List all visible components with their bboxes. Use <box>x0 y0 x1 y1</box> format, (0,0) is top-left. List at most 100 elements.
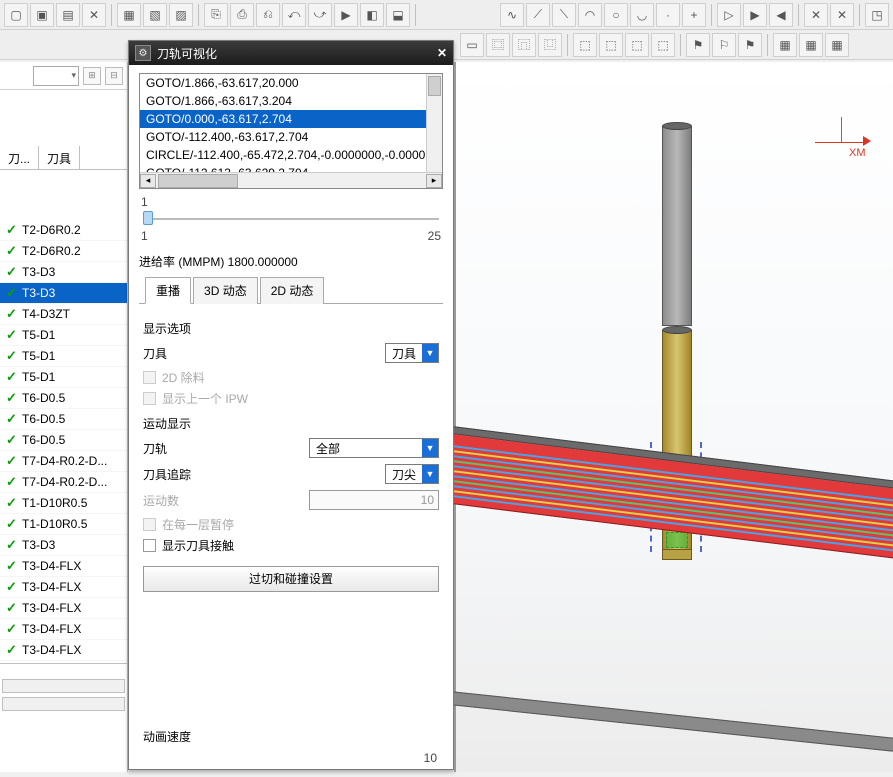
tool-list-item[interactable]: ✓T3-D3 <box>0 283 127 304</box>
tb-icon[interactable]: ○ <box>604 3 628 27</box>
tb-icon[interactable]: ⟍ <box>552 3 576 27</box>
combo-toolpath[interactable]: 全部 ▼ <box>309 438 439 458</box>
tab-tool[interactable]: 刀具 <box>39 146 80 169</box>
tool-list-item[interactable]: ✓T4-D3ZT <box>0 304 127 325</box>
tb-icon[interactable]: ⬚ <box>573 33 597 57</box>
tool-list-item[interactable]: ✓T1-D10R0.5 <box>0 514 127 535</box>
gcode-line[interactable]: GOTO/1.866,-63.617,3.204 <box>140 92 426 110</box>
tb-icon[interactable]: ▨ <box>169 3 193 27</box>
tb-icon[interactable]: ⚑ <box>738 33 762 57</box>
scroll-right-icon[interactable]: ▸ <box>426 174 442 188</box>
tb-icon[interactable]: ⚐ <box>712 33 736 57</box>
tool-list-item[interactable]: ✓T5-D1 <box>0 325 127 346</box>
tb-icon[interactable]: ⬚ <box>625 33 649 57</box>
dialog-titlebar[interactable]: ⚙ 刀轨可视化 ✕ <box>129 41 453 65</box>
tb-icon[interactable]: ◠ <box>578 3 602 27</box>
tool-list-item[interactable]: ✓T3-D4-FLX <box>0 577 127 598</box>
tb-icon[interactable]: ◳ <box>865 3 889 27</box>
combo-tool-trace[interactable]: 刀尖 ▼ <box>385 464 439 484</box>
tb-icon[interactable]: ▭ <box>460 33 484 57</box>
check-icon: ✓ <box>6 264 16 280</box>
tool-list-item[interactable]: ✓T7-D4-R0.2-D... <box>0 472 127 493</box>
tb-icon[interactable]: ⎘ <box>204 3 228 27</box>
tb-icon[interactable]: ▧ <box>143 3 167 27</box>
gcode-listbox[interactable]: GOTO/1.866,-63.617,20.000GOTO/1.866,-63.… <box>139 73 443 189</box>
tb-icon[interactable]: ⎌ <box>256 3 280 27</box>
tab-3d-dynamic[interactable]: 3D 动态 <box>193 277 258 304</box>
gcode-line[interactable]: GOTO/-112.400,-63.617,2.704 <box>140 128 426 146</box>
tb-icon[interactable]: ▦ <box>799 33 823 57</box>
chevron-down-icon[interactable]: ▼ <box>422 439 438 457</box>
tb-icon[interactable]: ⿶ <box>538 33 562 57</box>
tb-icon[interactable]: ▶ <box>334 3 358 27</box>
tb-icon[interactable]: ✕ <box>804 3 828 27</box>
tb-icon[interactable]: ▦ <box>773 33 797 57</box>
chevron-down-icon[interactable]: ▼ <box>422 465 438 483</box>
tb-icon[interactable]: ✕ <box>82 3 106 27</box>
combo-tool[interactable]: 刀具 ▼ <box>385 343 439 363</box>
scroll-left-icon[interactable]: ◂ <box>140 174 156 188</box>
tab-replay[interactable]: 重播 <box>145 277 191 304</box>
listbox-hscroll[interactable]: ◂ ▸ <box>140 172 442 188</box>
tb-icon[interactable]: ◡ <box>630 3 654 27</box>
gcode-line[interactable]: CIRCLE/-112.400,-65.472,2.704,-0.0000000… <box>140 146 426 164</box>
tb-icon[interactable]: ⤻ <box>308 3 332 27</box>
close-icon[interactable]: ✕ <box>437 46 447 60</box>
gear-icon[interactable]: ⚙ <box>135 45 151 61</box>
check-icon: ✓ <box>6 327 16 343</box>
tb-icon[interactable]: ⚑ <box>686 33 710 57</box>
tb-icon[interactable]: ▣ <box>30 3 54 27</box>
tool-list-item[interactable]: ✓T6-D0.5 <box>0 430 127 451</box>
tb-icon[interactable]: ◀ <box>769 3 793 27</box>
tool-list-item[interactable]: ✓T3-D3 <box>0 262 127 283</box>
tool-list-item[interactable]: ✓T1-D10R0.5 <box>0 493 127 514</box>
tb-icon[interactable]: ▷ <box>717 3 741 27</box>
checkbox-show-tool-contact[interactable]: 显示刀具接触 <box>143 537 439 554</box>
tb-icon[interactable]: ⬚ <box>651 33 675 57</box>
tool-list-item[interactable]: ✓T2-D6R0.2 <box>0 220 127 241</box>
tb-icon[interactable]: ⤺ <box>282 3 306 27</box>
tool-list-item[interactable]: ✓T7-D4-R0.2-D... <box>0 451 127 472</box>
tool-list-item[interactable]: ✓T6-D0.5 <box>0 409 127 430</box>
tb-icon[interactable]: · <box>656 3 680 27</box>
tool-list-item[interactable]: ✓T3-D4-FLX <box>0 598 127 619</box>
tool-list-item[interactable]: ✓T2-D6R0.2 <box>0 241 127 262</box>
tool-list-item[interactable]: ✓T3-D4-FLX <box>0 640 127 661</box>
gcode-line[interactable]: GOTO/1.866,-63.617,20.000 <box>140 74 426 92</box>
mini-btn-1[interactable]: ⊞ <box>83 67 101 85</box>
frame-slider[interactable] <box>143 211 439 227</box>
button-gouge-collision-settings[interactable]: 过切和碰撞设置 <box>143 566 439 592</box>
tool-list-item[interactable]: ✓T5-D1 <box>0 367 127 388</box>
tb-icon[interactable]: ⿵ <box>512 33 536 57</box>
slider-thumb[interactable] <box>143 211 153 225</box>
viewport-splitter[interactable] <box>454 62 456 772</box>
tb-icon[interactable]: ✕ <box>830 3 854 27</box>
tb-icon[interactable]: ⎙ <box>230 3 254 27</box>
tb-icon[interactable]: ▤ <box>56 3 80 27</box>
tb-icon[interactable]: ▦ <box>117 3 141 27</box>
tool-list-item[interactable]: ✓T6-D0.5 <box>0 388 127 409</box>
tb-icon[interactable]: + <box>682 3 706 27</box>
dropdown[interactable]: ▾ <box>33 66 79 86</box>
tb-icon[interactable]: ⿴ <box>486 33 510 57</box>
chevron-down-icon[interactable]: ▼ <box>422 344 438 362</box>
tb-icon[interactable]: ◧ <box>360 3 384 27</box>
3d-viewport[interactable]: XM <box>454 62 893 772</box>
tool-list-item[interactable]: ✓T3-D3 <box>0 535 127 556</box>
tool-list-item[interactable]: ✓T3-D4-FLX <box>0 619 127 640</box>
gcode-line[interactable]: GOTO/0.000,-63.617,2.704 <box>140 110 426 128</box>
tab-2d-dynamic[interactable]: 2D 动态 <box>260 277 325 304</box>
tb-icon[interactable]: ⬓ <box>386 3 410 27</box>
mini-btn-2[interactable]: ⊟ <box>105 67 123 85</box>
tb-icon[interactable]: ▦ <box>825 33 849 57</box>
tool-list-item[interactable]: ✓T3-D4-FLX <box>0 556 127 577</box>
listbox-vscroll[interactable] <box>426 74 442 172</box>
tab-tool-path[interactable]: 刀... <box>0 146 39 169</box>
tool-name: T5-D1 <box>22 370 55 384</box>
tb-icon[interactable]: ∿ <box>500 3 524 27</box>
tb-icon[interactable]: ⟋ <box>526 3 550 27</box>
tb-icon[interactable]: ▢ <box>4 3 28 27</box>
tool-list-item[interactable]: ✓T5-D1 <box>0 346 127 367</box>
tb-icon[interactable]: ⬚ <box>599 33 623 57</box>
tb-icon[interactable]: ▶ <box>743 3 767 27</box>
